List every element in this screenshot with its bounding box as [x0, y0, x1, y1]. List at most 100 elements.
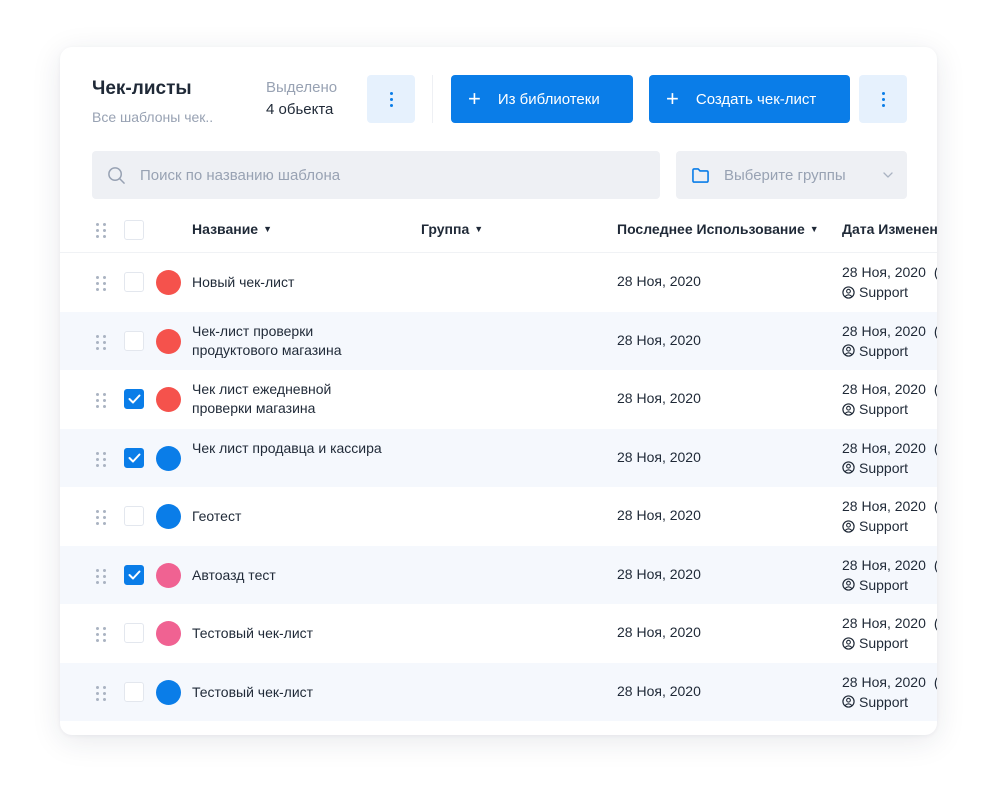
table-row[interactable]: Чек лист продавца и кассира 28 Ноя, 2020 2…: [60, 428, 937, 487]
row-checkbox[interactable]: [124, 272, 144, 292]
table-row[interactable]: Чек-лист проверки продуктового магазина 2…: [60, 311, 937, 370]
column-header-modified-label: Дата Изменен: [842, 221, 937, 237]
row-last-used: 28 Ноя, 2020: [617, 624, 701, 640]
selection-count: 4 обьекта: [266, 101, 334, 118]
drag-handle-icon[interactable]: [96, 223, 106, 238]
table-row[interactable]: Новый чек-лист 28 Ноя, 2020 28 Ноя, 2020 (S…: [60, 253, 937, 312]
row-name[interactable]: Чек лист продавца и кассира: [192, 439, 392, 458]
row-name[interactable]: Чек лист ежедневной проверки магазина: [192, 380, 392, 418]
row-author: Support: [859, 284, 909, 300]
page-more-button[interactable]: [859, 75, 907, 123]
row-modified-time-clipped: (: [934, 615, 937, 631]
row-author: Support: [859, 635, 909, 651]
row-modified-time-clipped: (: [934, 557, 937, 573]
drag-handle-icon[interactable]: [96, 627, 106, 642]
row-modified-date: 28 Ноя, 2020: [842, 381, 926, 397]
row-name[interactable]: Чек-лист проверки продуктового магазина: [192, 322, 392, 360]
row-name[interactable]: Новый чек-лист: [192, 273, 392, 292]
plus-icon: +: [468, 86, 481, 111]
drag-handle-icon[interactable]: [96, 510, 106, 525]
row-name[interactable]: Тестовый чек-лист: [192, 683, 392, 702]
kebab-vertical-icon: [881, 91, 885, 107]
column-header-name[interactable]: Название ▼: [192, 221, 272, 237]
row-modified-date: 28 Ноя, 2020: [842, 322, 926, 339]
table-row[interactable]: Автоазд тест 28 Ноя, 2020 28 Ноя, 2020 (Sup…: [60, 545, 937, 604]
sort-caret-icon: ▼: [474, 224, 484, 234]
create-checklist-label: Создать чек-лист: [695, 90, 817, 108]
row-last-used: 28 Ноя, 2020: [617, 390, 701, 406]
row-modified: 28 Ноя, 2020 (Support: [842, 321, 937, 361]
row-author: Support: [859, 401, 909, 417]
plus-icon: +: [666, 86, 679, 111]
row-last-used: 28 Ноя, 2020: [617, 331, 701, 348]
groups-select-placeholder: Выберите группы: [724, 166, 846, 184]
drag-handle-icon[interactable]: [96, 685, 106, 701]
row-name[interactable]: Тестовый чек-лист: [192, 624, 392, 643]
row-last-used: 28 Ноя, 2020: [617, 448, 701, 465]
row-modified-time-clipped: (: [934, 381, 937, 397]
sort-caret-icon: ▼: [263, 224, 273, 234]
drag-handle-icon[interactable]: [96, 276, 106, 291]
drag-handle-icon[interactable]: [96, 451, 106, 467]
table-row[interactable]: Чек лист ежедневной проверки магазина 28 …: [60, 370, 937, 429]
row-checkbox[interactable]: [124, 623, 144, 643]
status-dot: [156, 270, 181, 295]
row-checkbox[interactable]: [124, 447, 144, 468]
status-dot: [156, 328, 181, 354]
row-checkbox[interactable]: [124, 330, 144, 351]
toolbar-divider: [432, 75, 433, 123]
row-checkbox[interactable]: [124, 681, 144, 702]
row-modified: 28 Ноя, 2020 ( Support: [842, 438, 937, 478]
row-name[interactable]: Автоазд тест: [192, 566, 392, 585]
create-checklist-button[interactable]: + Создать чек-лист: [649, 75, 850, 123]
row-author: Support: [859, 459, 909, 476]
drag-handle-icon[interactable]: [96, 568, 106, 584]
table-body: Новый чек-лист 28 Ноя, 2020 28 Ноя, 2020 ( S…: [60, 253, 937, 721]
row-checkbox[interactable]: [124, 506, 144, 526]
status-dot: [156, 562, 181, 588]
row-author: Support: [859, 576, 909, 593]
row-modified-date: 28 Ноя, 2020: [842, 673, 926, 690]
row-modified-date: 28 Ноя, 2020: [842, 556, 926, 573]
row-modified-time-clipped: (: [934, 674, 937, 690]
sort-caret-icon: ▼: [809, 224, 819, 234]
row-modified-time-clipped: (: [934, 323, 937, 339]
user-circle-icon: [842, 519, 855, 533]
drag-handle-icon[interactable]: [96, 393, 106, 408]
drag-handle-icon[interactable]: [96, 334, 106, 350]
row-name[interactable]: Геотест: [192, 507, 392, 526]
user-circle-icon: [842, 636, 855, 650]
column-header-last-used[interactable]: Последнее Использование ▼: [617, 221, 819, 237]
row-modified: 28 Ноя, 2020 (Support: [842, 613, 937, 653]
search-box[interactable]: [92, 151, 660, 199]
row-modified-time-clipped: (: [934, 264, 937, 280]
check-icon: [128, 570, 140, 579]
user-circle-icon: [842, 578, 855, 591]
page-title: Чек-листы: [92, 78, 192, 99]
row-modified-date: 28 Ноя, 2020: [842, 264, 926, 280]
from-library-button[interactable]: + Из библиотеки: [451, 75, 633, 123]
row-checkbox[interactable]: [124, 564, 144, 585]
row-modified: 28 Ноя, 2020 ( Support: [842, 379, 937, 419]
row-modified-date: 28 Ноя, 2020: [842, 439, 926, 456]
column-header-group[interactable]: Группа ▼: [421, 221, 483, 237]
row-modified-time-clipped: (: [934, 440, 937, 456]
groups-select[interactable]: Выберите группы: [676, 151, 907, 199]
column-header-modified[interactable]: Дата Изменен: [842, 221, 937, 237]
selection-more-button[interactable]: [367, 75, 415, 123]
selection-label: Выделено: [266, 79, 338, 96]
check-icon: [128, 453, 140, 462]
select-all-checkbox[interactable]: [124, 220, 144, 240]
search-input[interactable]: [140, 166, 620, 184]
row-modified-date: 28 Ноя, 2020: [842, 498, 926, 514]
checklists-card: Чек-листы Все шаблоны чек.. Выделено 4 о…: [60, 47, 937, 735]
row-last-used: 28 Ноя, 2020: [617, 682, 701, 699]
table-row[interactable]: Тестовый чек-лист 28 Ноя, 2020 28 Ноя, 202…: [60, 604, 937, 663]
row-checkbox[interactable]: [124, 389, 144, 409]
check-icon: [128, 394, 140, 404]
table-row[interactable]: Геотест 28 Ноя, 2020 28 Ноя, 2020 (Support: [60, 487, 937, 546]
kebab-vertical-icon: [389, 91, 393, 107]
row-modified-time-clipped: (: [934, 498, 937, 514]
table-row[interactable]: Тестовый чек-лист 28 Ноя, 2020 28 Ноя, 202…: [60, 662, 937, 721]
status-dot: [156, 504, 181, 529]
